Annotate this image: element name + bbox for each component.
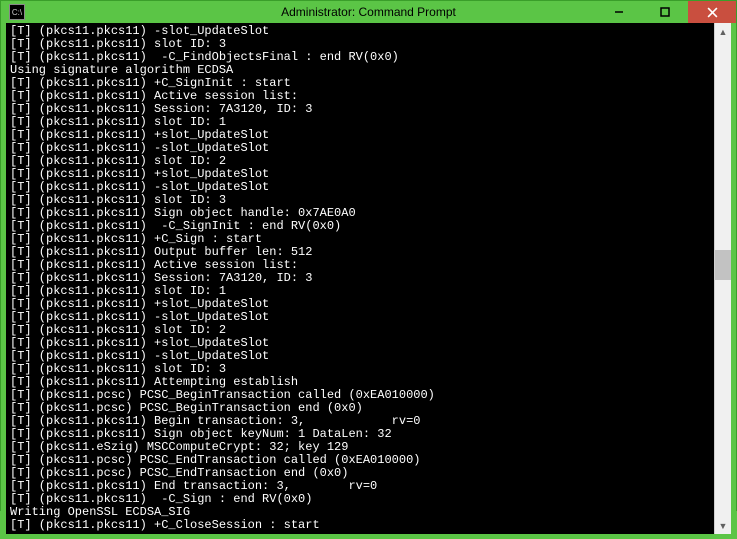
scrollbar[interactable]: ▲ ▼ <box>714 23 731 534</box>
app-icon: C:\ <box>9 4 25 20</box>
scroll-up-arrow-icon[interactable]: ▲ <box>715 23 731 40</box>
command-prompt-window: C:\ Administrator: Command Prompt [T] (p… <box>0 0 737 511</box>
minimize-button[interactable] <box>596 1 642 23</box>
terminal-container: [T] (pkcs11.pkcs11) -slot_UpdateSlot [T]… <box>1 23 736 539</box>
terminal-output[interactable]: [T] (pkcs11.pkcs11) -slot_UpdateSlot [T]… <box>6 23 714 534</box>
titlebar[interactable]: C:\ Administrator: Command Prompt <box>1 1 736 23</box>
close-button[interactable] <box>688 1 736 23</box>
maximize-button[interactable] <box>642 1 688 23</box>
scroll-down-arrow-icon[interactable]: ▼ <box>715 517 731 534</box>
window-controls <box>596 1 736 23</box>
scroll-thumb[interactable] <box>715 250 731 280</box>
scroll-track[interactable] <box>715 40 731 517</box>
